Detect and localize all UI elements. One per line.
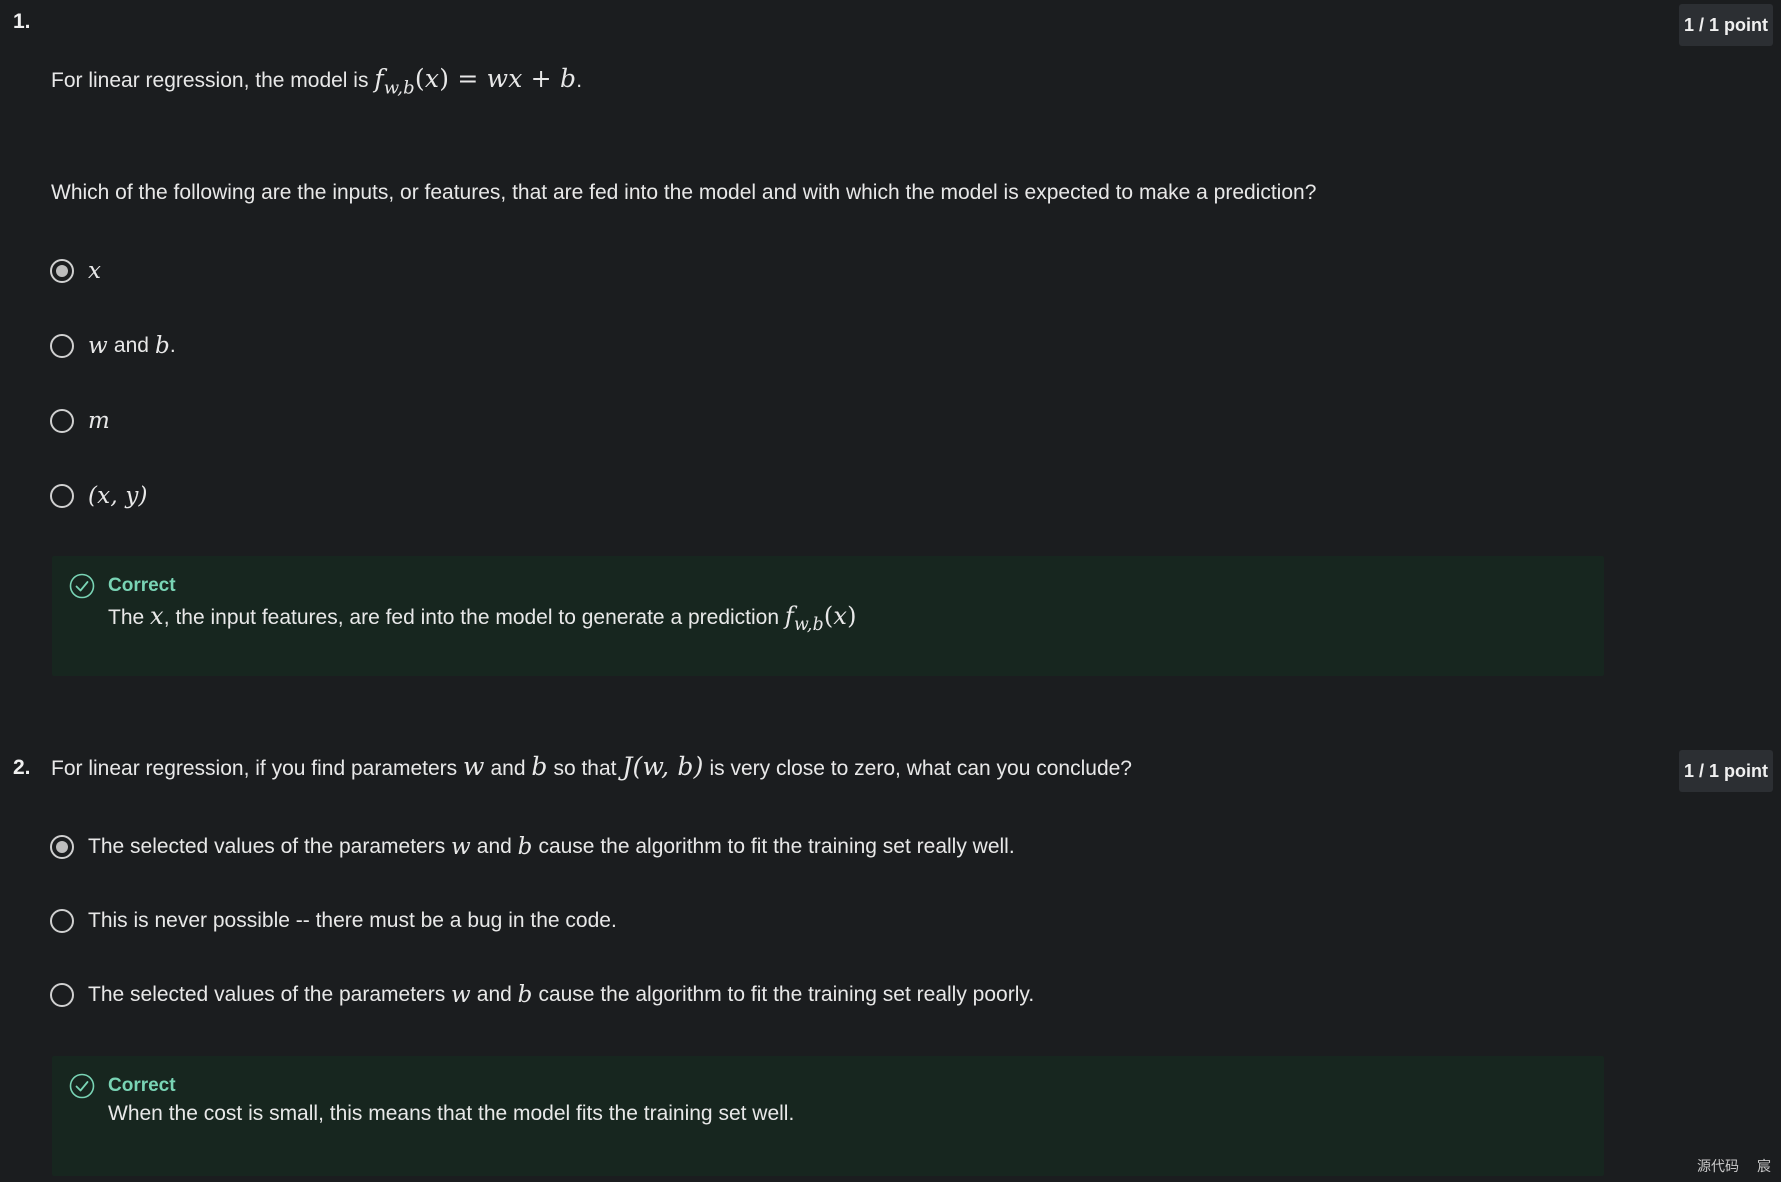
points-badge: 1 / 1 point <box>1679 750 1773 792</box>
check-circle-icon <box>69 1073 95 1099</box>
radio-button-icon[interactable] <box>50 259 74 283</box>
question-text-part: is very close to zero, what can you conc… <box>709 757 1132 780</box>
option-w-and-b[interactable]: w and b. <box>50 333 176 359</box>
feedback-title: Correct <box>108 575 176 596</box>
option-label: and <box>476 983 512 1006</box>
radio-button-icon[interactable] <box>50 835 74 859</box>
option-fit-well[interactable]: The selected values of the parameters w … <box>50 834 1015 860</box>
question-text-part: For linear regression, if you find param… <box>51 757 458 780</box>
option-label: This is never possible -- there must be … <box>88 909 617 932</box>
option-label: cause the algorithm to fit the training … <box>538 835 1015 858</box>
option-label: The selected values of the parameters <box>88 835 446 858</box>
intro-text: For linear regression, the model is <box>51 69 369 92</box>
math-b: b <box>531 752 548 781</box>
feedback-text: The x, the input features, are fed into … <box>108 602 857 635</box>
check-circle-icon <box>69 573 95 599</box>
question-number: 1. <box>13 10 31 33</box>
radio-button-icon[interactable] <box>50 484 74 508</box>
feedback-text: When the cost is small, this means that … <box>108 1102 795 1125</box>
math-w: w <box>451 982 471 1008</box>
math-w: w <box>451 834 471 860</box>
corner-watermark: 源代码 宸 <box>1697 1156 1771 1176</box>
option-x-y[interactable]: (x, y) <box>50 483 148 509</box>
model-formula: fw,b(x) = wx + b <box>374 64 577 99</box>
math-w: w <box>463 752 485 781</box>
question-number: 2. <box>13 756 31 779</box>
feedback-text-start: The <box>108 606 145 629</box>
points-badge: 1 / 1 point <box>1679 4 1773 46</box>
option-label: x <box>88 258 102 284</box>
option-label: m <box>88 408 111 434</box>
question-text-part: and <box>490 757 526 780</box>
feedback-correct: Correct The x, the input features, are f… <box>52 556 1604 676</box>
option-math-w: w <box>88 333 108 359</box>
corner-text-right: 宸 <box>1757 1159 1771 1175</box>
radio-button-icon[interactable] <box>50 409 74 433</box>
option-fit-poorly[interactable]: The selected values of the parameters w … <box>50 982 1034 1008</box>
option-label: and <box>113 334 149 357</box>
option-never-possible[interactable]: This is never possible -- there must be … <box>50 909 617 933</box>
feedback-text-end: , the input features, are fed into the m… <box>163 606 780 629</box>
option-label: cause the algorithm to fit the training … <box>538 983 1035 1006</box>
radio-button-icon[interactable] <box>50 909 74 933</box>
feedback-correct: Correct When the cost is small, this mea… <box>52 1056 1604 1176</box>
option-x[interactable]: x <box>50 258 101 284</box>
math-b: b <box>517 982 533 1008</box>
radio-button-icon[interactable] <box>50 334 74 358</box>
feedback-prediction-formula: fw,b(x) <box>784 602 857 636</box>
corner-text-left: 源代码 <box>1697 1159 1739 1175</box>
math-cost-function: J(w, b) <box>622 752 704 781</box>
option-math-b: b <box>154 333 170 359</box>
feedback-math-x: x <box>150 602 164 630</box>
option-label: The selected values of the parameters <box>88 983 446 1006</box>
question-text-part: so that <box>553 757 617 780</box>
math-b: b <box>517 834 533 860</box>
option-label: (x, y) <box>88 483 148 509</box>
radio-button-icon[interactable] <box>50 983 74 1007</box>
question-intro: For linear regression, the model is fw,b… <box>51 64 583 99</box>
question-text: Which of the following are the inputs, o… <box>51 181 1317 204</box>
feedback-title: Correct <box>108 1075 176 1096</box>
option-label: and <box>476 835 512 858</box>
question-text: For linear regression, if you find param… <box>51 752 1132 781</box>
option-m[interactable]: m <box>50 408 110 434</box>
option-suffix: . <box>169 334 176 357</box>
